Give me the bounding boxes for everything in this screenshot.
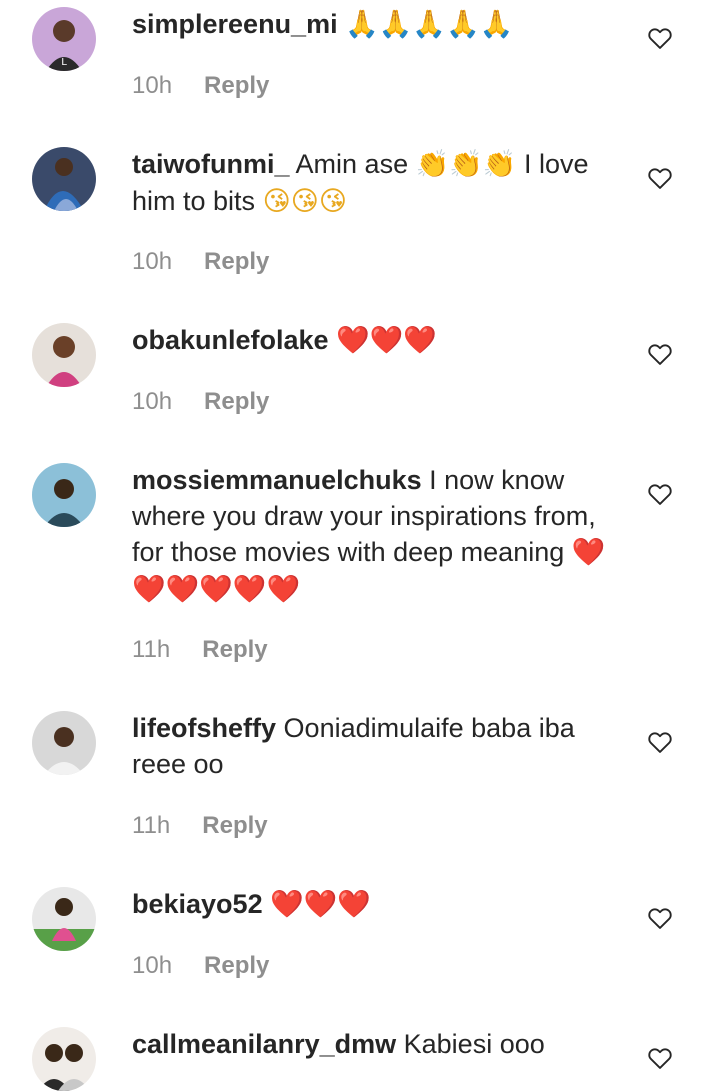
comment-body: Amin ase (295, 149, 409, 179)
comment-text: lifeofsheffy Ooniadimulaife baba iba ree… (132, 710, 622, 782)
reply-button[interactable]: Reply (204, 952, 269, 980)
heart-icon[interactable] (646, 904, 674, 932)
comment-username[interactable]: mossiemmanuelchuks (132, 465, 422, 495)
comment-meta: 10h Reply (132, 388, 269, 416)
reply-button[interactable]: Reply (202, 636, 267, 664)
comment-timestamp: 10h (132, 248, 173, 275)
comment-text: bekiayo52 ❤️❤️❤️ (132, 886, 622, 923)
avatar[interactable] (32, 887, 96, 951)
comment-username[interactable]: lifeofsheffy (132, 713, 276, 743)
reply-button[interactable]: Reply (204, 388, 269, 416)
comment-meta: 10h Reply (132, 72, 269, 100)
svg-text:L: L (61, 57, 67, 68)
heart-icon[interactable] (646, 24, 674, 52)
comment-timestamp: 10h (132, 72, 173, 99)
comment-username[interactable]: taiwofunmi_ (132, 149, 290, 179)
comment-username[interactable]: obakunlefolake (132, 325, 329, 355)
comment-text: mossiemmanuelchuks I now know where you … (132, 462, 622, 608)
heart-icon[interactable] (646, 340, 674, 368)
comment-username[interactable]: bekiayo52 (132, 889, 263, 919)
clap-emoji: 👏👏👏 (415, 149, 517, 180)
comment-meta: 10h Reply (132, 248, 269, 276)
heart-emoji: ❤️❤️❤️ (270, 889, 371, 920)
pray-emoji: 🙏🙏🙏🙏🙏 (345, 9, 514, 40)
comment-meta: 11h Reply (132, 636, 268, 664)
comment-timestamp: 10h (132, 952, 173, 979)
reply-button[interactable]: Reply (204, 72, 269, 100)
comment-text: callmeanilanry_dmw Kabiesi ooo (132, 1026, 622, 1062)
avatar[interactable] (32, 1027, 96, 1091)
heart-emoji: ❤️❤️❤️ (336, 325, 437, 356)
heart-icon[interactable] (646, 480, 674, 508)
comment-timestamp: 11h (132, 636, 171, 663)
comment-meta: 10h Reply (132, 952, 269, 980)
comment-text: simplereenu_mi 🙏🙏🙏🙏🙏 (132, 6, 622, 43)
heart-icon[interactable] (646, 1044, 674, 1072)
comment-text: obakunlefolake ❤️❤️❤️ (132, 322, 622, 359)
comment-timestamp: 11h (132, 812, 171, 839)
kiss-emoji: 😘😘😘 (262, 186, 348, 217)
heart-icon[interactable] (646, 164, 674, 192)
avatar[interactable]: L (32, 7, 96, 71)
comment-text: taiwofunmi_ Amin ase 👏👏👏 I love him to b… (132, 146, 622, 220)
reply-button[interactable]: Reply (202, 812, 267, 840)
avatar[interactable] (32, 463, 96, 527)
heart-icon[interactable] (646, 728, 674, 756)
avatar[interactable] (32, 323, 96, 387)
comment-meta: 11h Reply (132, 812, 268, 840)
comment-timestamp: 10h (132, 388, 173, 415)
avatar[interactable] (32, 711, 96, 775)
comment-username[interactable]: callmeanilanry_dmw (132, 1029, 396, 1059)
comment-username[interactable]: simplereenu_mi (132, 9, 338, 39)
reply-button[interactable]: Reply (204, 248, 269, 276)
avatar[interactable] (32, 147, 96, 211)
comment-body: Kabiesi ooo (403, 1029, 545, 1059)
